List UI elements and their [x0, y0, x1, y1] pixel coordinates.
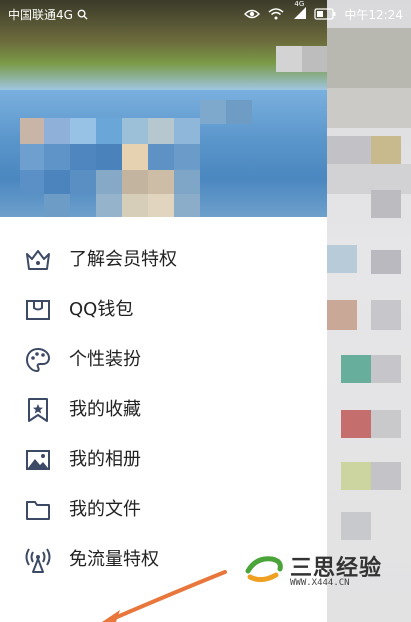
clock: 中午12:24 [344, 7, 403, 22]
battery-icon [314, 8, 336, 20]
image-icon [24, 446, 52, 474]
background-content-blurred [327, 0, 411, 622]
folder-icon [24, 496, 52, 524]
watermark-logo: 三思经验 WWW.X444.CN [242, 545, 402, 595]
search-icon [77, 9, 88, 20]
menu-item-vip-privileges[interactable]: 了解会员特权 [0, 242, 327, 278]
menu-item-label: 我的文件 [69, 499, 141, 520]
mosaic-blur [20, 100, 320, 217]
bookmark-star-icon [24, 396, 52, 424]
menu-item-label: QQ钱包 [69, 299, 134, 320]
signal-icon: 4G [292, 0, 307, 22]
wifi-icon [268, 8, 284, 20]
menu-item-favorites[interactable]: 我的收藏 [0, 392, 327, 428]
signal-tower-icon [24, 546, 52, 574]
menu-item-qq-wallet[interactable]: QQ钱包 [0, 292, 327, 328]
network-type-label: 4G [294, 0, 305, 8]
menu-item-label: 个性装扮 [69, 349, 141, 370]
menu-item-album[interactable]: 我的相册 [0, 442, 327, 478]
menu-item-label: 我的相册 [69, 449, 141, 470]
palette-icon [24, 346, 52, 374]
status-bar: 中国联通4G 4G 中午12:24 [0, 0, 411, 28]
crown-icon [24, 246, 52, 274]
arrow-annotation [102, 570, 227, 622]
side-drawer: 了解会员特权 QQ钱包 个性装扮 我的收藏 我的相册 我的文件 免流量特权 [0, 0, 327, 622]
menu-item-label: 我的收藏 [69, 399, 141, 420]
menu-item-personalization[interactable]: 个性装扮 [0, 342, 327, 378]
carrier-label: 中国联通4G [8, 7, 73, 22]
watermark-swirl-icon [245, 551, 283, 587]
wallet-icon [24, 296, 52, 324]
menu-item-label: 了解会员特权 [69, 249, 177, 270]
eye-icon [244, 8, 261, 20]
menu-item-files[interactable]: 我的文件 [0, 492, 327, 528]
screen: 了解会员特权 QQ钱包 个性装扮 我的收藏 我的相册 我的文件 免流量特权 中国… [0, 0, 411, 622]
profile-header-background[interactable] [0, 0, 327, 217]
watermark-url: WWW.X444.CN [290, 578, 350, 588]
